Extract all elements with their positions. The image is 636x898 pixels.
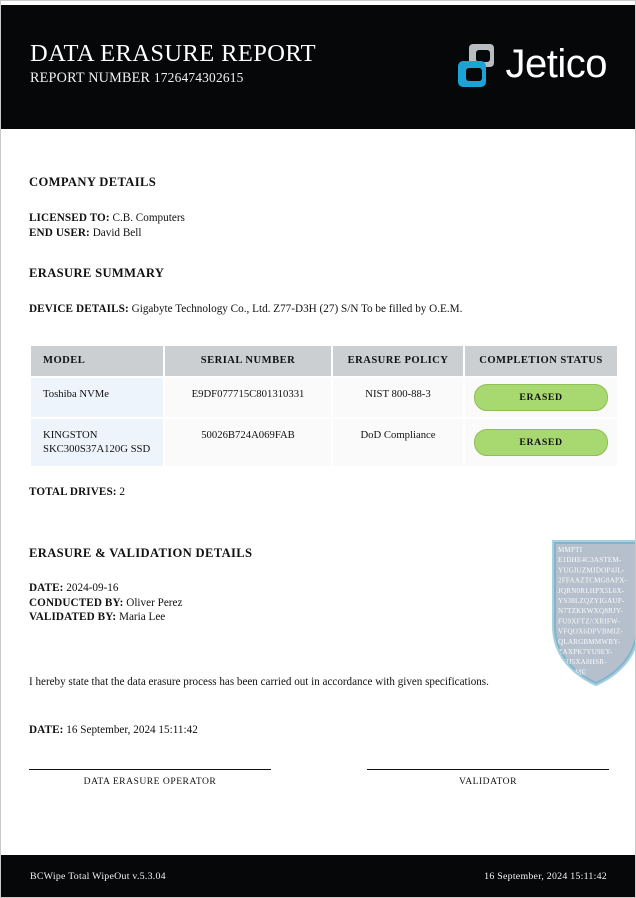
jetico-logo: Jetico [457,41,608,93]
signature-line-operator [29,768,271,770]
device-details-label: DEVICE DETAILS: [29,302,129,315]
licensed-to-row: LICENSED TO: C.B. Computers [29,211,609,226]
end-user-value: David Bell [92,226,142,239]
conducted-by-row: CONDUCTED BY: Oliver Perez [29,596,609,611]
cell-status: ERASED [465,418,617,466]
validation-details-lines: DATE: 2024-09-16 CONDUCTED BY: Oliver Pe… [29,581,609,626]
attestation-statement: I hereby state that the data erasure pro… [29,676,489,689]
column-header-model: MODEL [31,345,163,376]
footer-timestamp: 16 September, 2024 15:11:42 [484,870,607,882]
licensed-to-label: LICENSED TO: [29,212,110,224]
signature-label-operator: DATA ERASURE OPERATOR [83,775,217,787]
signature-block-operator: DATA ERASURE OPERATOR [29,768,271,787]
licensed-to-value: C.B. Computers [112,212,185,224]
device-details-row: DEVICE DETAILS: Gigabyte Technology Co.,… [29,302,609,317]
cell-policy: DoD Compliance [333,418,463,466]
total-drives-row: TOTAL DRIVES: 2 [29,485,609,500]
device-details-value: Gigabyte Technology Co., Ltd. Z77-D3H (2… [131,302,463,315]
jetico-wordmark: Jetico [505,41,608,86]
report-page: DATA ERASURE REPORT REPORT NUMBER 172647… [0,0,636,898]
table-header-row: MODEL SERIAL NUMBER ERASURE POLICY COMPL… [31,345,617,376]
cell-model: KINGSTON SKC300S37A120G SSD [31,418,163,466]
header-titles: DATA ERASURE REPORT REPORT NUMBER 172647… [30,40,316,94]
cell-serial: 50026B724A069FAB [165,418,331,466]
status-badge: ERASED [474,428,608,456]
footer-product: BCWipe Total WipeOut v.5.3.04 [30,870,166,882]
section-erasure-validation-details: ERASURE & VALIDATION DETAILS [29,545,253,560]
table-row: KINGSTON SKC300S37A120G SSD 50026B724A06… [31,418,617,466]
total-drives-value: 2 [119,485,126,498]
signature-row: DATA ERASURE OPERATOR VALIDATOR [29,768,609,787]
table-row: Toshiba NVMe E9DF077715C801310331 NIST 8… [31,377,617,417]
validated-by-row: VALIDATED BY: Maria Lee [29,610,609,625]
report-header: DATA ERASURE REPORT REPORT NUMBER 172647… [1,5,635,129]
validation-date-label: DATE: [29,581,64,594]
validated-by-label: VALIDATED BY: [29,611,117,624]
validation-date-row: DATE: 2024-09-16 [29,581,609,596]
cell-serial: E9DF077715C801310331 [165,377,331,417]
company-details-lines: LICENSED TO: C.B. Computers END USER: Da… [29,211,609,241]
validated-by-value: Maria Lee [119,611,166,624]
end-user-label: END USER: [29,226,90,239]
cell-model: Toshiba NVMe [31,377,163,417]
report-footer: BCWipe Total WipeOut v.5.3.04 16 Septemb… [1,855,635,897]
final-date-value: 16 September, 2024 15:11:42 [66,723,198,736]
conducted-by-label: CONDUCTED BY: [29,596,124,609]
status-badge: ERASED [474,383,608,411]
page-title: DATA ERASURE REPORT [30,40,316,68]
report-body: COMPANY DETAILS LICENSED TO: C.B. Comput… [1,129,635,787]
section-company-details: COMPANY DETAILS [29,175,157,189]
cell-status: ERASED [465,377,617,417]
drives-table: MODEL SERIAL NUMBER ERASURE POLICY COMPL… [29,344,619,468]
jetico-lock-icon [457,42,499,89]
report-number-line: REPORT NUMBER 1726474302615 [30,69,316,87]
report-number-label: REPORT NUMBER [30,70,151,87]
report-number-value: 1726474302615 [153,70,244,86]
final-date-row: DATE: 16 September, 2024 15:11:42 [29,723,609,738]
final-date-label: DATE: [29,723,64,736]
signature-block-validator: VALIDATOR [367,768,609,787]
conducted-by-value: Oliver Perez [126,596,183,609]
column-header-completion-status: COMPLETION STATUS [465,345,617,376]
validation-date-value: 2024-09-16 [66,581,119,594]
column-header-serial-number: SERIAL NUMBER [165,345,331,376]
end-user-row: END USER: David Bell [29,226,609,241]
section-erasure-summary: ERASURE SUMMARY [29,265,165,280]
drives-table-body: Toshiba NVMe E9DF077715C801310331 NIST 8… [31,377,617,466]
column-header-erasure-policy: ERASURE POLICY [333,345,463,376]
signature-label-validator: VALIDATOR [459,775,517,787]
drives-table-head: MODEL SERIAL NUMBER ERASURE POLICY COMPL… [31,345,617,376]
total-drives-label: TOTAL DRIVES: [29,485,117,498]
cell-policy: NIST 800-88-3 [333,377,463,417]
signature-line-validator [367,768,609,770]
